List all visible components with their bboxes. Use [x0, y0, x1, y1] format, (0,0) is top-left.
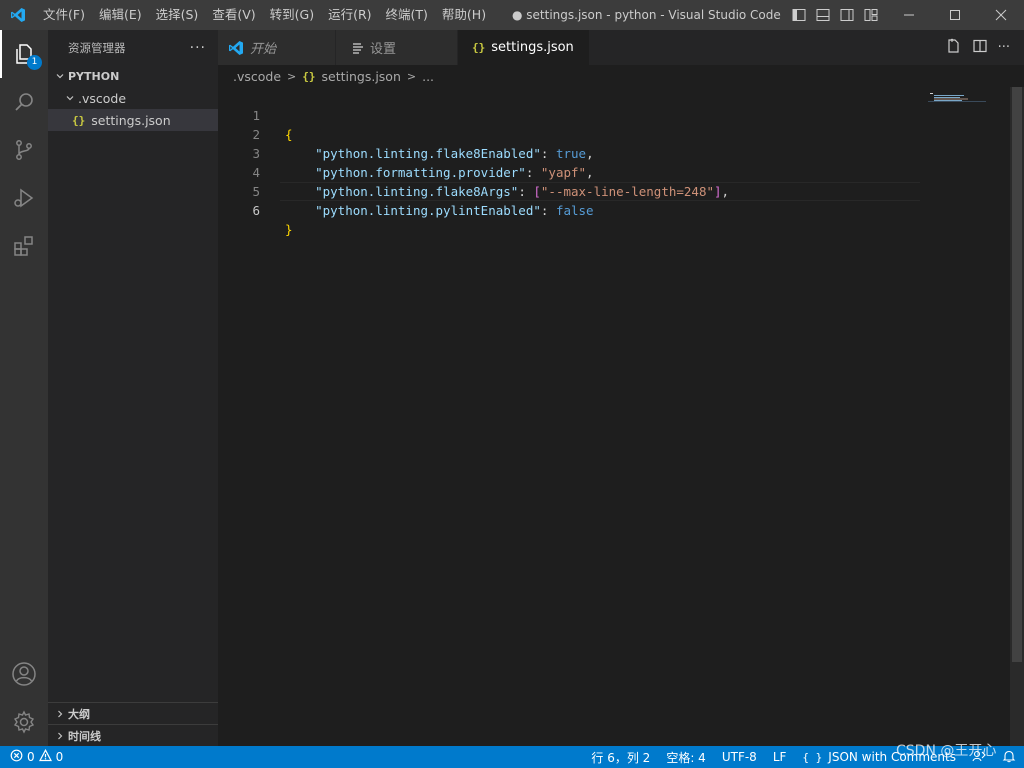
chevron-right-icon — [52, 731, 68, 741]
run-debug-icon[interactable] — [0, 174, 48, 222]
minimize-icon[interactable] — [886, 0, 932, 30]
menu-run[interactable]: 运行(R) — [321, 0, 378, 30]
menu-view[interactable]: 查看(V) — [205, 0, 262, 30]
explorer-icon[interactable]: 1 — [0, 30, 48, 78]
editor-scrollbar[interactable] — [1010, 87, 1024, 746]
tab-label: 设置 — [370, 42, 397, 57]
error-icon — [10, 749, 23, 765]
workspace-folder-name: PYTHON — [68, 69, 120, 83]
chevron-down-icon — [52, 71, 68, 81]
file-label: settings.json — [91, 112, 171, 128]
chevron-right-icon: > — [406, 69, 417, 83]
error-count: 0 — [27, 750, 35, 764]
problems-indicator[interactable]: 0 0 — [0, 748, 64, 765]
warning-icon — [38, 748, 52, 765]
notifications-bell-icon[interactable] — [1002, 749, 1016, 766]
tab-settings-json[interactable]: {} settings.json — [458, 30, 590, 65]
open-settings-ui-icon[interactable] — [946, 38, 962, 58]
json-file-icon: {} — [72, 113, 86, 127]
file-encoding[interactable]: UTF-8 — [722, 750, 757, 764]
menu-edit[interactable]: 编辑(E) — [92, 0, 149, 30]
explorer-sidebar: 资源管理器 ··· PYTHON .vscode {} settings.jso… — [48, 30, 218, 746]
json-value: false — [555, 203, 594, 218]
window-title: ● settings.json - python - Visual Studio… — [512, 8, 782, 22]
menu-help[interactable]: 帮助(H) — [435, 0, 493, 30]
close-brace: } — [285, 222, 293, 237]
vscode-logo-icon — [0, 0, 36, 30]
close-icon[interactable] — [978, 0, 1024, 30]
line-number: 6 — [252, 203, 260, 218]
title-bar: 文件(F) 编辑(E) 选择(S) 查看(V) 转到(G) 运行(R) 终端(T… — [0, 0, 1024, 30]
chevron-down-icon — [62, 93, 78, 103]
breadcrumb-folder[interactable]: .vscode — [233, 69, 281, 84]
maximize-icon[interactable] — [932, 0, 978, 30]
breadcrumb-file[interactable]: settings.json — [322, 69, 401, 84]
json-file-icon: {} — [472, 41, 486, 54]
warning-count: 0 — [55, 750, 64, 764]
menu-bar: 文件(F) 编辑(E) 选择(S) 查看(V) 转到(G) 运行(R) 终端(T… — [36, 0, 493, 30]
json-language-icon: { } — [802, 750, 823, 764]
manage-gear-icon[interactable] — [0, 698, 48, 746]
accounts-icon[interactable] — [0, 650, 48, 698]
extensions-icon[interactable] — [0, 222, 48, 270]
json-file-icon: {} — [302, 69, 316, 83]
sidebar-header: 资源管理器 ··· — [48, 30, 218, 65]
code-line[interactable]: 3 "python.formatting.provider": "yapf", — [218, 125, 918, 180]
more-actions-button[interactable]: ··· — [190, 40, 206, 56]
settings-list-icon — [352, 42, 364, 54]
toggle-secondary-sidebar-icon[interactable] — [836, 0, 858, 30]
sidebar-title: 资源管理器 — [68, 40, 126, 55]
activity-bar: 1 — [0, 30, 48, 746]
breadcrumb-more[interactable]: ... — [422, 69, 434, 84]
chevron-right-icon — [52, 709, 68, 719]
tab-settings[interactable]: 设置 — [336, 30, 458, 65]
tab-welcome[interactable]: 开始 — [218, 30, 336, 65]
split-editor-icon[interactable] — [972, 38, 988, 58]
code-line[interactable]: 6 } — [218, 182, 918, 237]
layout-controls — [788, 0, 882, 30]
timeline-label: 时间线 — [68, 729, 101, 743]
window-controls — [886, 0, 1024, 30]
tab-label: 开始 — [250, 42, 277, 57]
customize-layout-icon[interactable] — [860, 0, 882, 30]
code-line[interactable]: 4 "python.linting.flake8Args": ["--max-l… — [218, 144, 918, 199]
menu-go[interactable]: 转到(G) — [263, 0, 321, 30]
scrollbar-thumb[interactable] — [1012, 87, 1022, 662]
watermark-text: CSDN @王开心 — [896, 743, 997, 759]
vscode-logo-icon — [228, 40, 244, 56]
tab-label: settings.json — [491, 40, 574, 55]
editor-tab-bar: 开始 设置 {} settings.json ··· — [218, 30, 1024, 65]
folder-label: .vscode — [78, 90, 127, 106]
editor-actions: ··· — [946, 30, 1010, 65]
cursor-position[interactable]: 行 6，列 2 — [591, 749, 650, 766]
outline-label: 大纲 — [68, 707, 90, 721]
breadcrumb: .vscode > {} settings.json > ... — [218, 65, 1024, 87]
toggle-sidebar-icon[interactable] — [788, 0, 810, 30]
menu-selection[interactable]: 选择(S) — [149, 0, 206, 30]
code-line[interactable]: 1 { — [218, 87, 918, 142]
code-line[interactable]: 5 "python.linting.pylintEnabled": false — [218, 163, 918, 218]
source-control-icon[interactable] — [0, 126, 48, 174]
code-line[interactable]: 2 "python.linting.flake8Enabled": true, — [218, 106, 918, 161]
chevron-right-icon: > — [287, 69, 297, 83]
menu-file[interactable]: 文件(F) — [36, 0, 92, 30]
menu-terminal[interactable]: 终端(T) — [379, 0, 435, 30]
tree-item-vscode-folder[interactable]: .vscode — [48, 87, 218, 109]
end-of-line[interactable]: LF — [773, 750, 787, 764]
tree-item-settings-json[interactable]: {} settings.json — [48, 109, 218, 131]
status-bar: 0 0 行 6，列 2 空格: 4 UTF-8 LF { } JSON with… — [0, 746, 1024, 768]
more-actions-icon[interactable]: ··· — [998, 40, 1010, 55]
workspace-folder-header[interactable]: PYTHON — [48, 65, 218, 87]
timeline-section-header[interactable]: 时间线 — [48, 724, 218, 746]
search-icon[interactable] — [0, 78, 48, 126]
json-key: "python.linting.pylintEnabled" — [315, 203, 541, 218]
code-editor[interactable]: 1 { 2 "python.linting.flake8Enabled": tr… — [218, 87, 1024, 746]
toggle-panel-icon[interactable] — [812, 0, 834, 30]
minimap[interactable] — [928, 90, 986, 102]
outline-section-header[interactable]: 大纲 — [48, 702, 218, 724]
indentation[interactable]: 空格: 4 — [666, 749, 706, 766]
explorer-badge: 1 — [27, 55, 42, 70]
